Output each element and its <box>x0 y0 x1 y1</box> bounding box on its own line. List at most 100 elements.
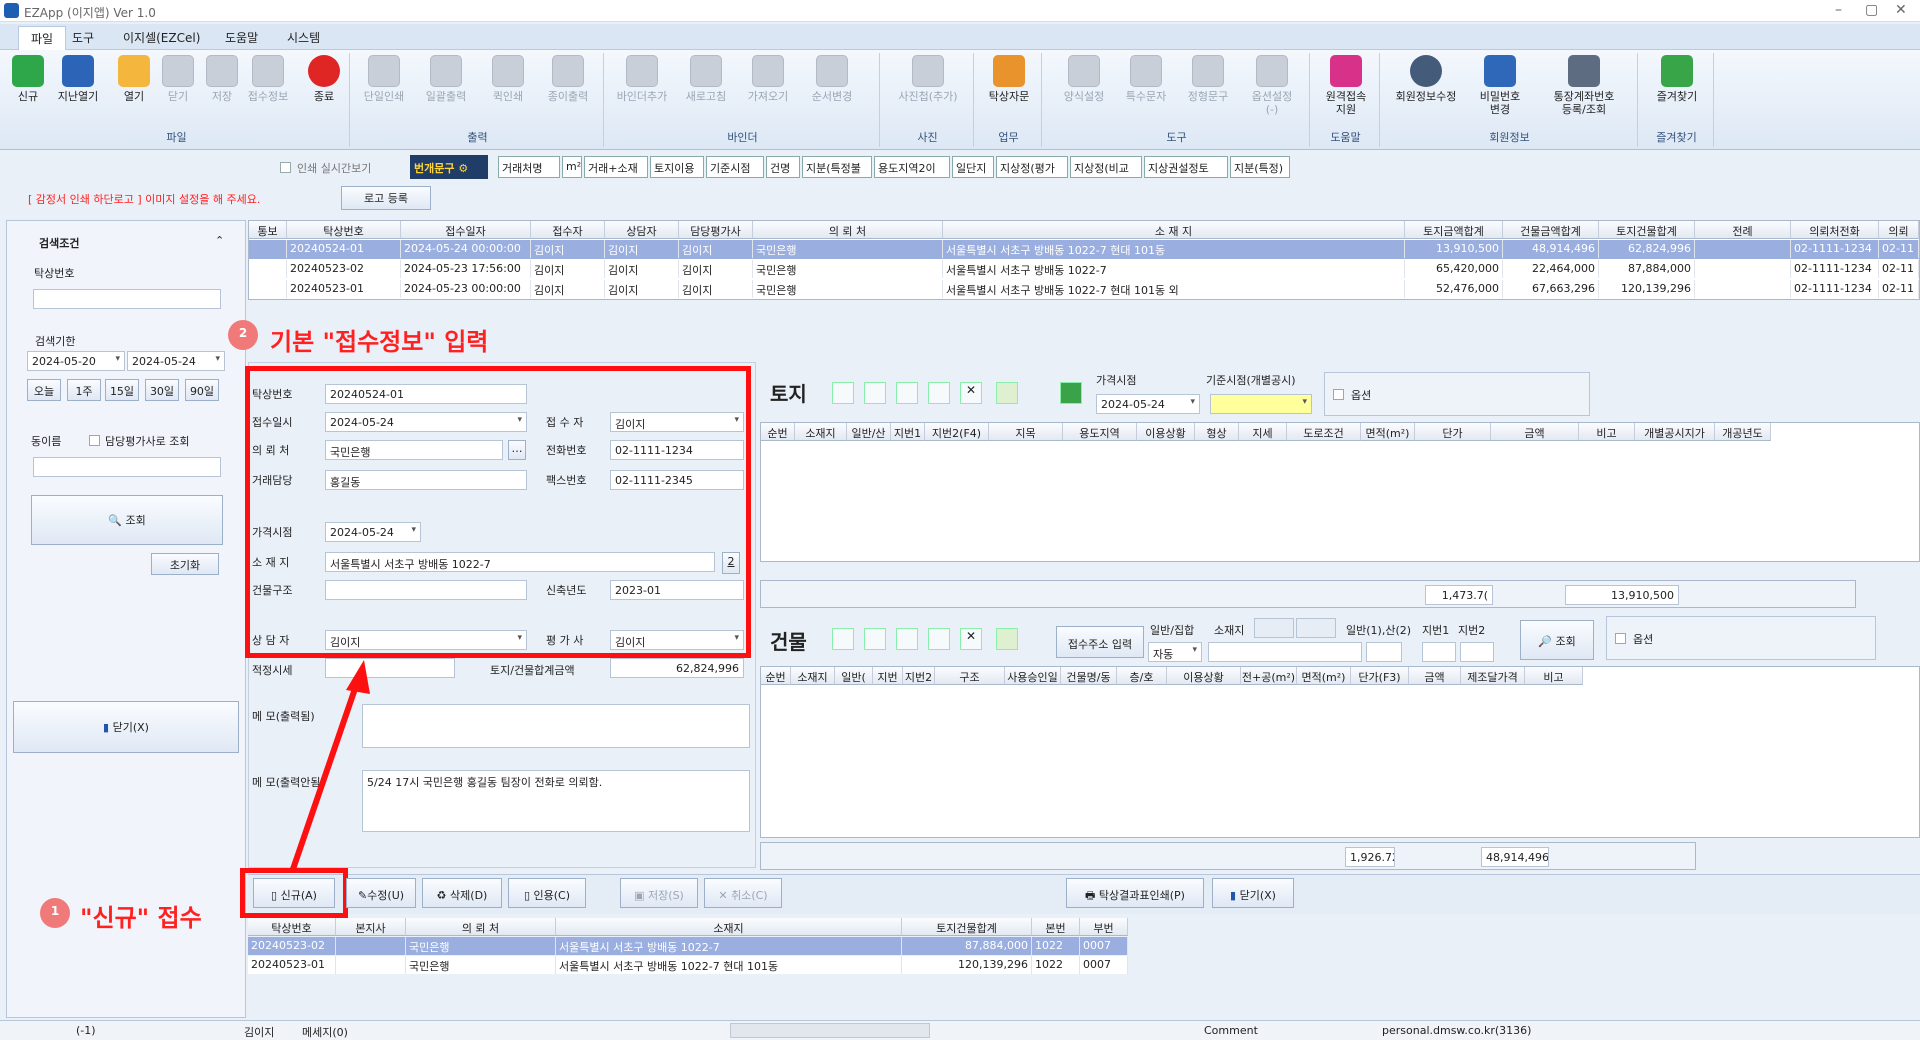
building-loc-b[interactable] <box>1296 618 1336 638</box>
land-column-header[interactable]: 지번2(F4) <box>925 423 989 441</box>
desk-id-input[interactable] <box>33 289 221 309</box>
phrase-button[interactable]: 정형문구 <box>1180 55 1236 103</box>
search-button[interactable]: 🔍 조회 <box>31 495 223 545</box>
phrase-chip[interactable]: 지상정(평가 <box>996 156 1068 178</box>
land-column-header[interactable]: 지세 <box>1239 423 1287 441</box>
range-15day-button[interactable]: 15일 <box>105 379 139 401</box>
dong-input[interactable] <box>33 457 221 477</box>
building-column-header[interactable]: 소재지 <box>791 667 835 685</box>
phrase-chip[interactable]: 건명 <box>766 156 800 178</box>
land-tool-3-icon[interactable] <box>896 382 918 404</box>
favorites-button[interactable]: 즐겨찾기 <box>1646 55 1708 103</box>
refresh-button[interactable]: 새로고침 <box>678 55 734 103</box>
phrase-chip[interactable]: 용도지역2이 <box>874 156 950 178</box>
land-column-header[interactable]: 도로조건 <box>1287 423 1361 441</box>
table-row[interactable]: 20240523-01 2024-05-23 00:00:00 김이지 김이지 김이지 국… <box>249 280 1919 299</box>
land-column-header[interactable]: 단가 <box>1415 423 1491 441</box>
table-header[interactable]: 토지건물합계 <box>1599 221 1695 239</box>
exit-button[interactable]: 종료 <box>302 55 346 103</box>
record-save-button[interactable]: ▣ 저장(S) <box>620 878 698 908</box>
land-tool-4-icon[interactable] <box>928 382 950 404</box>
form-settings-button[interactable]: 양식설정 <box>1056 55 1112 103</box>
table-row[interactable]: 20240523-02 2024-05-23 17:56:00 김이지 김이지 김이지 국… <box>249 260 1919 279</box>
building-column-header[interactable]: 층/호 <box>1117 667 1167 685</box>
land-column-header[interactable]: 금액 <box>1491 423 1579 441</box>
table-header[interactable]: 의뢰처전화 <box>1791 221 1879 239</box>
member-edit-button[interactable]: 회원정보수정 <box>1386 55 1466 103</box>
history-header[interactable]: 탁상번호 <box>248 918 336 936</box>
save-button[interactable]: 저장 <box>200 55 244 103</box>
table-header[interactable]: 건물금액합계 <box>1503 221 1599 239</box>
table-header[interactable]: 상담자 <box>605 221 679 239</box>
history-header[interactable]: 토지건물합계 <box>902 918 1032 936</box>
recent-open-button[interactable]: 지난열기 <box>56 55 100 103</box>
history-header[interactable]: 본지사 <box>336 918 406 936</box>
lot-no1-field[interactable] <box>1422 642 1456 662</box>
table-header[interactable]: 의 뢰 처 <box>753 221 943 239</box>
history-header[interactable]: 소재지 <box>556 918 902 936</box>
phrase-chip[interactable]: 지상권설정토 <box>1144 156 1228 178</box>
paper-print-button[interactable]: 종이출력 <box>540 55 596 103</box>
building-column-header[interactable]: 금액 <box>1409 667 1461 685</box>
new-button[interactable]: 신규 <box>6 55 50 103</box>
building-column-header[interactable]: 전+공(m²) <box>1241 667 1297 685</box>
building-type-field[interactable]: 자동 <box>1148 642 1202 662</box>
building-column-header[interactable]: 순번 <box>761 667 791 685</box>
tab-system[interactable]: 시스템 <box>287 29 320 46</box>
land-column-header[interactable]: 순번 <box>761 423 795 441</box>
building-search-button[interactable]: 🔎 조회 <box>1520 620 1594 660</box>
history-header[interactable]: 본번 <box>1032 918 1080 936</box>
tab-help[interactable]: 도움말 <box>225 29 258 46</box>
range-1week-button[interactable]: 1주 <box>67 379 101 401</box>
tab-file[interactable]: 파일 <box>18 26 67 50</box>
phrase-chip[interactable]: m² <box>562 156 582 178</box>
building-column-header[interactable]: 단가(F3) <box>1351 667 1409 685</box>
table-header[interactable]: 담당평가사 <box>679 221 753 239</box>
open-button[interactable]: 열기 <box>112 55 156 103</box>
reset-button[interactable]: 초기화 <box>151 553 219 575</box>
land-column-header[interactable]: 이용상황 <box>1137 423 1195 441</box>
land-column-header[interactable]: 소재지 <box>795 423 847 441</box>
date-to-input[interactable]: 2024-05-24 <box>127 351 225 371</box>
land-add-icon[interactable] <box>1060 382 1082 404</box>
remote-support-button[interactable]: 원격접속 지원 <box>1318 55 1374 116</box>
phrase-chip[interactable]: 기준시점 <box>706 156 764 178</box>
phrase-chip[interactable]: 지상정(비교 <box>1070 156 1142 178</box>
special-char-button[interactable]: 특수문자 <box>1118 55 1174 103</box>
building-delete-icon[interactable]: ✕ <box>960 628 982 650</box>
binder-add-button[interactable]: 바인더추가 <box>612 55 672 103</box>
quick-print-button[interactable]: 퀵인쇄 <box>480 55 536 103</box>
account-register-button[interactable]: 통장계좌번호 등록/조회 <box>1534 55 1634 116</box>
history-row[interactable]: 20240523-02 국민은행 서울특별시 서초구 방배동 1022-7 87,88… <box>248 937 1128 955</box>
mountain-field[interactable] <box>1366 642 1402 662</box>
land-import-icon[interactable] <box>996 382 1018 404</box>
land-tool-2-icon[interactable] <box>864 382 886 404</box>
table-header[interactable]: 탁상번호 <box>287 221 401 239</box>
building-column-header[interactable]: 비고 <box>1525 667 1583 685</box>
land-column-header[interactable]: 형상 <box>1195 423 1239 441</box>
option-settings-button[interactable]: 옵션설정 (-) <box>1242 55 1302 116</box>
receipt-address-button[interactable]: 접수주소 입력 <box>1056 626 1144 658</box>
building-tool-4-icon[interactable] <box>928 628 950 650</box>
phrase-chip[interactable]: 지분(특정) <box>1230 156 1290 178</box>
building-option-checkbox[interactable] <box>1615 633 1626 644</box>
close-record-button[interactable]: ▮ 닫기(X) <box>1212 878 1294 908</box>
range-30day-button[interactable]: 30일 <box>145 379 179 401</box>
history-row[interactable]: 20240523-01 국민은행 서울특별시 서초구 방배동 1022-7 현대 1… <box>248 956 1128 974</box>
memo-unprinted-field[interactable]: 5/24 17시 국민은행 홍길동 팀장이 전화로 의뢰함. <box>362 770 750 832</box>
building-column-header[interactable]: 제조달가격 <box>1461 667 1525 685</box>
phrase-chip[interactable]: 일단지 <box>952 156 994 178</box>
history-header[interactable]: 부번 <box>1080 918 1128 936</box>
building-column-header[interactable]: 일반( <box>835 667 873 685</box>
building-column-header[interactable]: 면적(m²) <box>1297 667 1351 685</box>
lot-no2-field[interactable] <box>1460 642 1494 662</box>
password-change-button[interactable]: 비밀번호 변경 <box>1470 55 1530 116</box>
appraiser-checkbox[interactable] <box>89 435 100 446</box>
cite-button[interactable]: ▯ 인용(C) <box>508 878 586 908</box>
phrase-chip[interactable]: 토지이용 <box>650 156 704 178</box>
desk-consult-button[interactable]: 탁상자문 <box>982 55 1036 103</box>
tab-tools[interactable]: 도구 <box>72 29 94 46</box>
building-tool-1-icon[interactable] <box>832 628 854 650</box>
land-column-header[interactable]: 개별공시지가 <box>1635 423 1715 441</box>
land-column-header[interactable]: 비고 <box>1579 423 1635 441</box>
